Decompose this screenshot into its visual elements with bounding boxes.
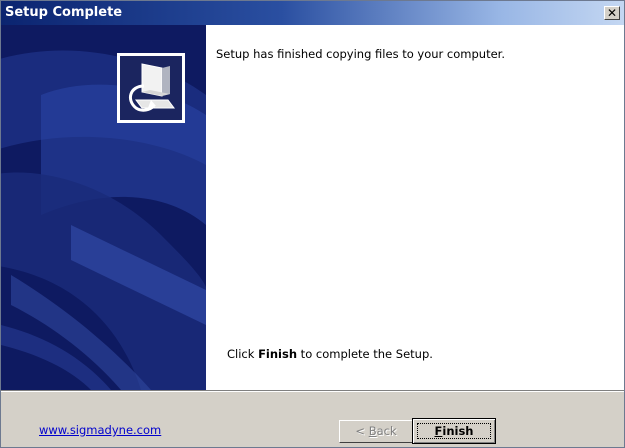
setup-finished-message: Setup has finished copying files to your… xyxy=(216,47,505,61)
finish-button-label: Finish xyxy=(434,424,474,438)
footer-bar: www.sigmadyne.com < Back Finish xyxy=(1,392,624,447)
finish-instruction-bold: Finish xyxy=(258,347,298,361)
back-button-label: < Back xyxy=(355,424,397,438)
window-title: Setup Complete xyxy=(5,5,123,20)
setup-banner-graphic xyxy=(1,25,206,390)
title-bar[interactable]: Setup Complete ✕ xyxy=(1,1,624,25)
content-area: Setup has finished copying files to your… xyxy=(1,25,624,390)
website-link[interactable]: www.sigmadyne.com xyxy=(39,423,161,437)
computer-setup-icon xyxy=(117,53,185,123)
close-button[interactable]: ✕ xyxy=(604,6,620,20)
finish-button[interactable]: Finish xyxy=(412,418,496,444)
close-icon: ✕ xyxy=(606,6,618,20)
setup-complete-window: Setup Complete ✕ Setup has finished copy… xyxy=(0,0,625,448)
finish-instruction: Click Finish to complete the Setup. xyxy=(227,347,433,361)
back-button[interactable]: < Back xyxy=(339,420,413,443)
finish-instruction-prefix: Click xyxy=(227,347,259,361)
finish-instruction-suffix: to complete the Setup. xyxy=(297,347,433,361)
